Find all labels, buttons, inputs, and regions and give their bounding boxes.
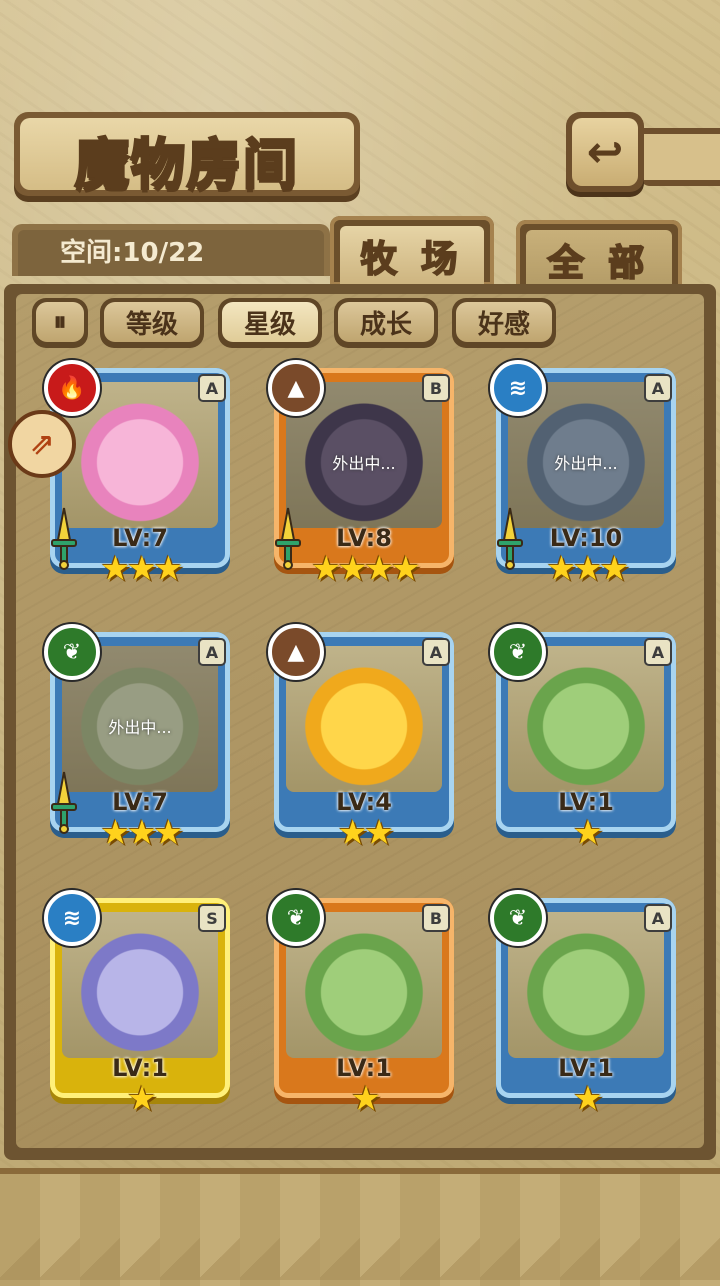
star-rating: ★ — [572, 1079, 603, 1119]
sort-affection-label: 好感 — [456, 302, 552, 342]
star-rating: ★★★ — [100, 813, 183, 853]
tab-all[interactable]: 全 部 — [516, 220, 682, 290]
capacity-text: 空间:10/22 — [60, 238, 205, 268]
monster-card[interactable]: A 🔥 LV:7 ★★★ — [44, 360, 236, 586]
monster-level: LV:7 — [112, 788, 168, 816]
grade-badge: B — [422, 374, 450, 402]
monster-card[interactable]: A ❦ LV:1 ★ — [490, 890, 682, 1116]
grass-icon: ❦ — [490, 890, 546, 946]
grade-badge: S — [198, 904, 226, 932]
star-rating: ★ — [350, 1079, 381, 1119]
monster-level: LV:7 — [112, 524, 168, 552]
monster-level: LV:10 — [549, 524, 623, 552]
water-icon: ≋ — [490, 360, 546, 416]
sort-affection-button[interactable]: 好感 — [452, 298, 556, 348]
monster-card[interactable]: B ❦ LV:1 ★ — [268, 890, 460, 1116]
tab-ranch-label: 牧 场 — [340, 226, 484, 286]
sort-star-button[interactable]: 星级 — [218, 298, 322, 348]
grass-icon: ❦ — [268, 890, 324, 946]
monster-card[interactable]: A ≋ 外出中... LV:10 ★★★ — [490, 360, 682, 586]
back-button-rail — [640, 128, 720, 186]
monster-level: LV:1 — [336, 1054, 392, 1082]
return-arrow-icon: ↩ — [586, 126, 624, 178]
star-rating: ★★★★ — [311, 549, 421, 589]
earth-icon: ▲ — [268, 624, 324, 680]
sort-order-icon: ⏸ — [53, 306, 67, 337]
monster-level: LV:1 — [558, 1054, 614, 1082]
title-plate: 魔物房间 — [14, 112, 360, 198]
sort-level-label: 等级 — [104, 302, 200, 342]
monster-card[interactable]: B ▲ 外出中... LV:8 ★★★★ — [268, 360, 460, 586]
away-status: 外出中... — [108, 718, 172, 737]
grade-badge: A — [198, 638, 226, 666]
monster-card[interactable]: S ≋ LV:1 ★ — [44, 890, 236, 1116]
monster-card[interactable]: A ❦ 外出中... LV:7 ★★★ — [44, 624, 236, 850]
sort-star-label: 星级 — [222, 302, 318, 342]
sort-growth-button[interactable]: 成长 — [334, 298, 438, 348]
sort-order-button[interactable]: ⏸ — [32, 298, 88, 348]
grade-badge: A — [422, 638, 450, 666]
monster-level: LV:4 — [336, 788, 392, 816]
star-rating: ★★★ — [546, 549, 629, 589]
star-rating: ★★ — [337, 813, 395, 853]
grass-icon: ❦ — [44, 624, 100, 680]
monster-card[interactable]: A ▲ LV:4 ★★ — [268, 624, 460, 850]
star-rating: ★ — [126, 1079, 157, 1119]
star-rating: ★★★ — [100, 549, 183, 589]
sort-level-button[interactable]: 等级 — [100, 298, 204, 348]
grass-icon: ❦ — [490, 624, 546, 680]
tab-ranch[interactable]: 牧 场 — [330, 216, 494, 286]
tab-all-label: 全 部 — [526, 230, 672, 290]
away-status: 外出中... — [554, 454, 618, 473]
bottom-edge-decoration — [0, 1235, 720, 1280]
monster-level: LV:8 — [336, 524, 392, 552]
monster-level: LV:1 — [558, 788, 614, 816]
back-button[interactable]: ↩ — [566, 112, 644, 192]
sort-growth-label: 成长 — [338, 302, 434, 342]
monster-level: LV:1 — [112, 1054, 168, 1082]
away-status: 外出中... — [332, 454, 396, 473]
attack-badge-icon[interactable]: ⇗ — [8, 410, 76, 478]
water-icon: ≋ — [44, 890, 100, 946]
monster-card[interactable]: A ❦ LV:1 ★ — [490, 624, 682, 850]
page-title: 魔物房间 — [74, 132, 299, 198]
fire-icon: 🔥 — [44, 360, 100, 416]
earth-icon: ▲ — [268, 360, 324, 416]
grade-badge: A — [644, 638, 672, 666]
grade-badge: A — [198, 374, 226, 402]
grade-badge: B — [422, 904, 450, 932]
star-rating: ★ — [572, 813, 603, 853]
grade-badge: A — [644, 904, 672, 932]
grade-badge: A — [644, 374, 672, 402]
